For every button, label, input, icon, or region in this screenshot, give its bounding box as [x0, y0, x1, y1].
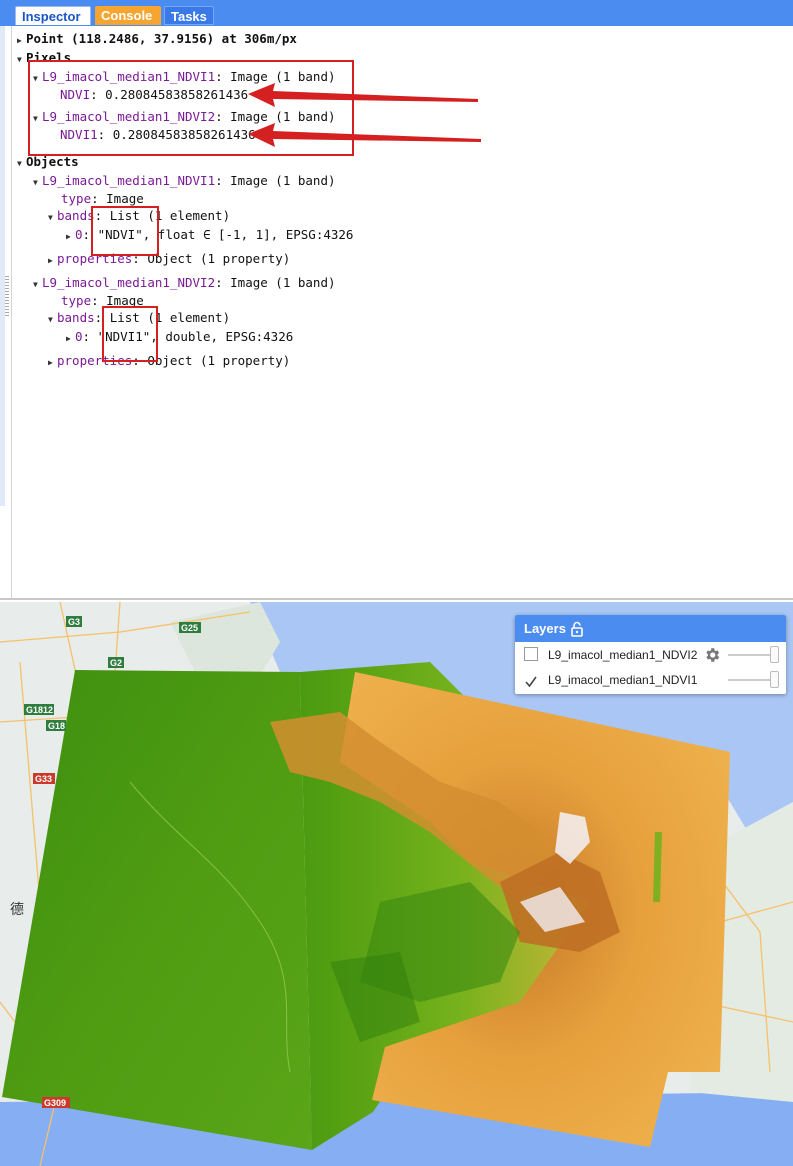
- annotation-box-band1: [91, 206, 159, 256]
- layers-title: Layers: [524, 621, 566, 636]
- collapse-down-icon[interactable]: ▼: [33, 277, 42, 293]
- layer-checkbox[interactable]: [524, 647, 538, 661]
- panel-bottom-border: [0, 598, 793, 600]
- type-key: type: [61, 191, 92, 206]
- expand-right-icon[interactable]: ▶: [48, 355, 57, 371]
- tab-inspector[interactable]: Inspector: [15, 6, 91, 25]
- annotation-arrows: [248, 83, 481, 147]
- road-label-g18: G18: [48, 721, 65, 731]
- arrow-icon: [248, 83, 478, 107]
- collapse-down-icon[interactable]: ▼: [17, 156, 26, 172]
- panel-divider: [11, 26, 12, 598]
- layer-name: L9_imacol_median1_NDVI2: [548, 648, 698, 662]
- road-label-g3: G3: [68, 617, 80, 627]
- road-label-g2: G2: [110, 658, 122, 668]
- layers-header: Layers: [515, 615, 786, 642]
- collapse-down-icon[interactable]: ▼: [48, 312, 57, 328]
- gear-icon[interactable]: [703, 646, 721, 664]
- objects-header[interactable]: ▼ Objects: [17, 154, 79, 172]
- point-row[interactable]: ▶ Point (118.2486, 37.9156) at 306m/px: [17, 31, 297, 49]
- object-properties-row[interactable]: ▶ properties: Object (1 property): [48, 353, 290, 371]
- city-label: 德: [10, 901, 24, 917]
- annotation-box-band2: [102, 306, 158, 362]
- tab-console[interactable]: Console: [95, 6, 161, 25]
- tab-bar: Inspector Console Tasks: [0, 0, 793, 26]
- collapse-down-icon[interactable]: ▼: [17, 52, 26, 68]
- collapse-down-icon[interactable]: ▼: [48, 210, 57, 226]
- band-entry-key: 0: [75, 227, 83, 242]
- object-image-row[interactable]: ▼ L9_imacol_median1_NDVI1: Image (1 band): [33, 173, 336, 191]
- object-image-row[interactable]: ▼ L9_imacol_median1_NDVI2: Image (1 band): [33, 275, 336, 293]
- object-image-name: L9_imacol_median1_NDVI2: [42, 275, 216, 290]
- checkmark-icon: [525, 676, 537, 688]
- object-image-name: L9_imacol_median1_NDVI1: [42, 173, 216, 188]
- type-key: type: [61, 293, 92, 308]
- point-text: Point (118.2486, 37.9156) at 306m/px: [26, 31, 297, 46]
- expand-right-icon[interactable]: ▶: [66, 229, 75, 245]
- arrow-icon: [248, 123, 481, 147]
- opacity-slider-handle[interactable]: [770, 671, 779, 688]
- layer-row[interactable]: L9_imacol_median1_NDVI1: [515, 667, 786, 693]
- object-properties-row[interactable]: ▶ properties: Object (1 property): [48, 251, 290, 269]
- left-rail: [0, 26, 5, 506]
- type-value: : Image: [91, 191, 144, 206]
- layer-row[interactable]: L9_imacol_median1_NDVI2: [515, 642, 786, 668]
- road-label-g309: G309: [44, 1098, 66, 1108]
- layer-name: L9_imacol_median1_NDVI1: [548, 673, 698, 687]
- expand-right-icon[interactable]: ▶: [48, 253, 57, 269]
- object-image-type: : Image (1 band): [215, 275, 336, 290]
- bands-key: bands: [57, 208, 95, 223]
- road-label-g33: G33: [35, 774, 52, 784]
- opacity-slider-handle[interactable]: [770, 646, 779, 663]
- road-label-g25: G25: [181, 623, 198, 633]
- band-entry-row[interactable]: ▶ 0: "NDVI1", double, EPSG:4326: [66, 329, 293, 347]
- inspector-panel: Inspector Console Tasks ▶ Point (118.2486…: [0, 0, 793, 600]
- tab-tasks[interactable]: Tasks: [164, 6, 214, 25]
- expand-right-icon[interactable]: ▶: [66, 331, 75, 347]
- resize-handle[interactable]: [5, 276, 9, 316]
- object-type-row: type: Image: [61, 191, 144, 207]
- expand-right-icon[interactable]: ▶: [17, 33, 26, 49]
- road-label-g1812: G1812: [26, 705, 53, 715]
- objects-header-label: Objects: [26, 154, 79, 169]
- collapse-down-icon[interactable]: ▼: [33, 175, 42, 191]
- lock-icon[interactable]: [570, 621, 584, 637]
- band-entry-key: 0: [75, 329, 83, 344]
- bands-key: bands: [57, 310, 95, 325]
- layer-checkbox[interactable]: [524, 672, 538, 688]
- layers-panel: Layers L9_imacol_median1_NDVI2 L9_imacol…: [515, 615, 786, 694]
- object-image-type: : Image (1 band): [215, 173, 336, 188]
